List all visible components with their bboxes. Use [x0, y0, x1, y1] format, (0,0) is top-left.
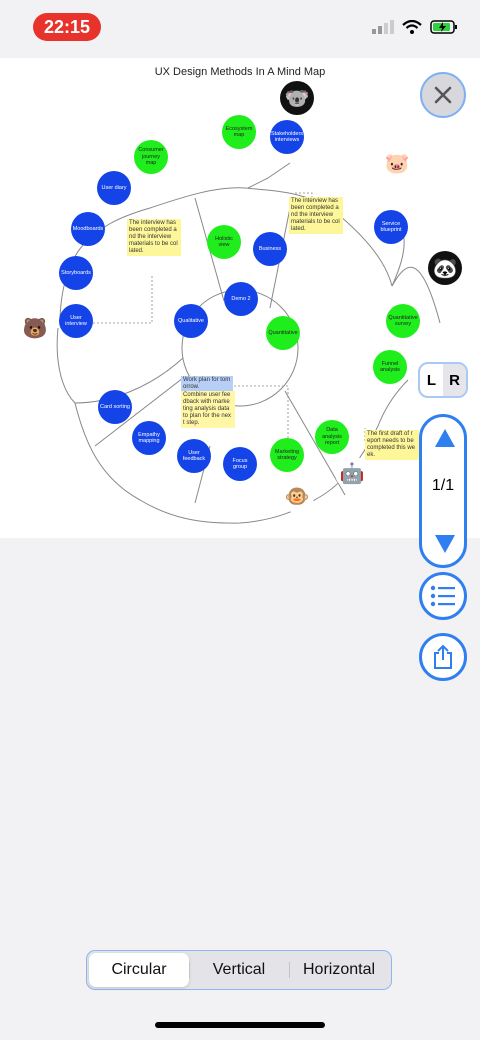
node-quantitative-survey[interactable]: Quantitative survey	[386, 304, 420, 338]
node-consumer-journey-map[interactable]: Consumer journey map	[134, 140, 168, 174]
node-business[interactable]: Business	[253, 232, 287, 266]
page-down-button[interactable]	[432, 531, 458, 557]
close-icon	[434, 86, 452, 104]
lr-toggle[interactable]: L R	[418, 362, 468, 398]
node-user-diary[interactable]: User diary	[97, 171, 131, 205]
share-icon	[434, 644, 452, 669]
node-service-blueprint[interactable]: Service blueprint	[374, 210, 408, 244]
arrow-down-icon	[435, 535, 455, 553]
status-bar: 22:15	[0, 0, 480, 56]
toggle-right[interactable]: R	[443, 364, 466, 396]
panda-avatar-icon: 🐼	[428, 251, 462, 285]
node-user-feedback[interactable]: User feedback	[177, 439, 211, 473]
node-empathy-mapping[interactable]: Empathy mapping	[132, 421, 166, 455]
page-up-button[interactable]	[432, 425, 458, 451]
note-draft-report[interactable]: The first draft of r eport needs to be c…	[365, 430, 419, 460]
node-data-analysis-report[interactable]: Data analysis report	[315, 420, 349, 454]
node-stakeholders-interviews[interactable]: Stakeholders interviews	[270, 120, 304, 154]
node-marketing-strategy[interactable]: Marketing strategy	[270, 438, 304, 472]
note-work-plan[interactable]: Work plan for tom orrow.	[181, 376, 233, 392]
page-navigator: 1/1	[419, 414, 467, 568]
cellular-signal-icon	[372, 20, 394, 34]
tab-circular[interactable]: Circular	[89, 953, 189, 987]
battery-charging-icon	[430, 20, 457, 34]
robot-avatar-icon: 🤖	[335, 456, 369, 490]
node-moodboards[interactable]: Moodboards	[71, 212, 105, 246]
note-interview-top[interactable]: The interview has been completed a nd th…	[289, 197, 343, 234]
pig-avatar-icon: 🐷	[380, 146, 414, 180]
node-funnel-analysis[interactable]: Funnel analysis	[373, 350, 407, 384]
node-qualitative[interactable]: Qualitative	[174, 304, 208, 338]
node-storyboards[interactable]: Storyboards	[59, 256, 93, 290]
tab-horizontal[interactable]: Horizontal	[289, 953, 389, 987]
node-quantitative[interactable]: Quantitative	[266, 316, 300, 350]
arrow-up-icon	[435, 429, 455, 447]
node-ecosystem-map[interactable]: Ecosystem map	[222, 115, 256, 149]
page-indicator: 1/1	[431, 477, 455, 494]
mind-map-canvas[interactable]: UX Design Methods In A Mind Map Demo 2 H…	[0, 58, 480, 538]
node-card-sorting[interactable]: Card sorting	[98, 390, 132, 424]
node-user-interview[interactable]: User interview	[59, 304, 93, 338]
layout-selector[interactable]: Circular Vertical Horizontal	[86, 950, 392, 990]
node-focus-group[interactable]: Focus group	[223, 447, 257, 481]
monkey-avatar-icon: 🐵	[280, 479, 314, 513]
share-button[interactable]	[419, 633, 467, 681]
note-interview-left[interactable]: The interview has been completed a nd th…	[127, 219, 181, 256]
mind-map-title: UX Design Methods In A Mind Map	[154, 66, 326, 78]
list-icon	[430, 585, 455, 607]
toggle-left[interactable]: L	[420, 364, 443, 396]
tab-vertical[interactable]: Vertical	[189, 953, 289, 987]
wifi-icon	[402, 20, 422, 34]
koala-avatar-icon: 🐨	[280, 81, 314, 115]
central-topic-node[interactable]: Demo 2	[224, 282, 258, 316]
status-time: 22:15	[33, 13, 101, 41]
note-combine-feedback[interactable]: Combine user fee dback with marke ting a…	[181, 391, 235, 428]
close-button[interactable]	[420, 72, 466, 118]
home-indicator[interactable]	[155, 1022, 325, 1028]
bear-avatar-icon: 🐻	[18, 311, 52, 345]
outline-list-button[interactable]	[419, 572, 467, 620]
node-holistic-view[interactable]: Holistic view	[207, 225, 241, 259]
status-icons	[372, 20, 458, 34]
